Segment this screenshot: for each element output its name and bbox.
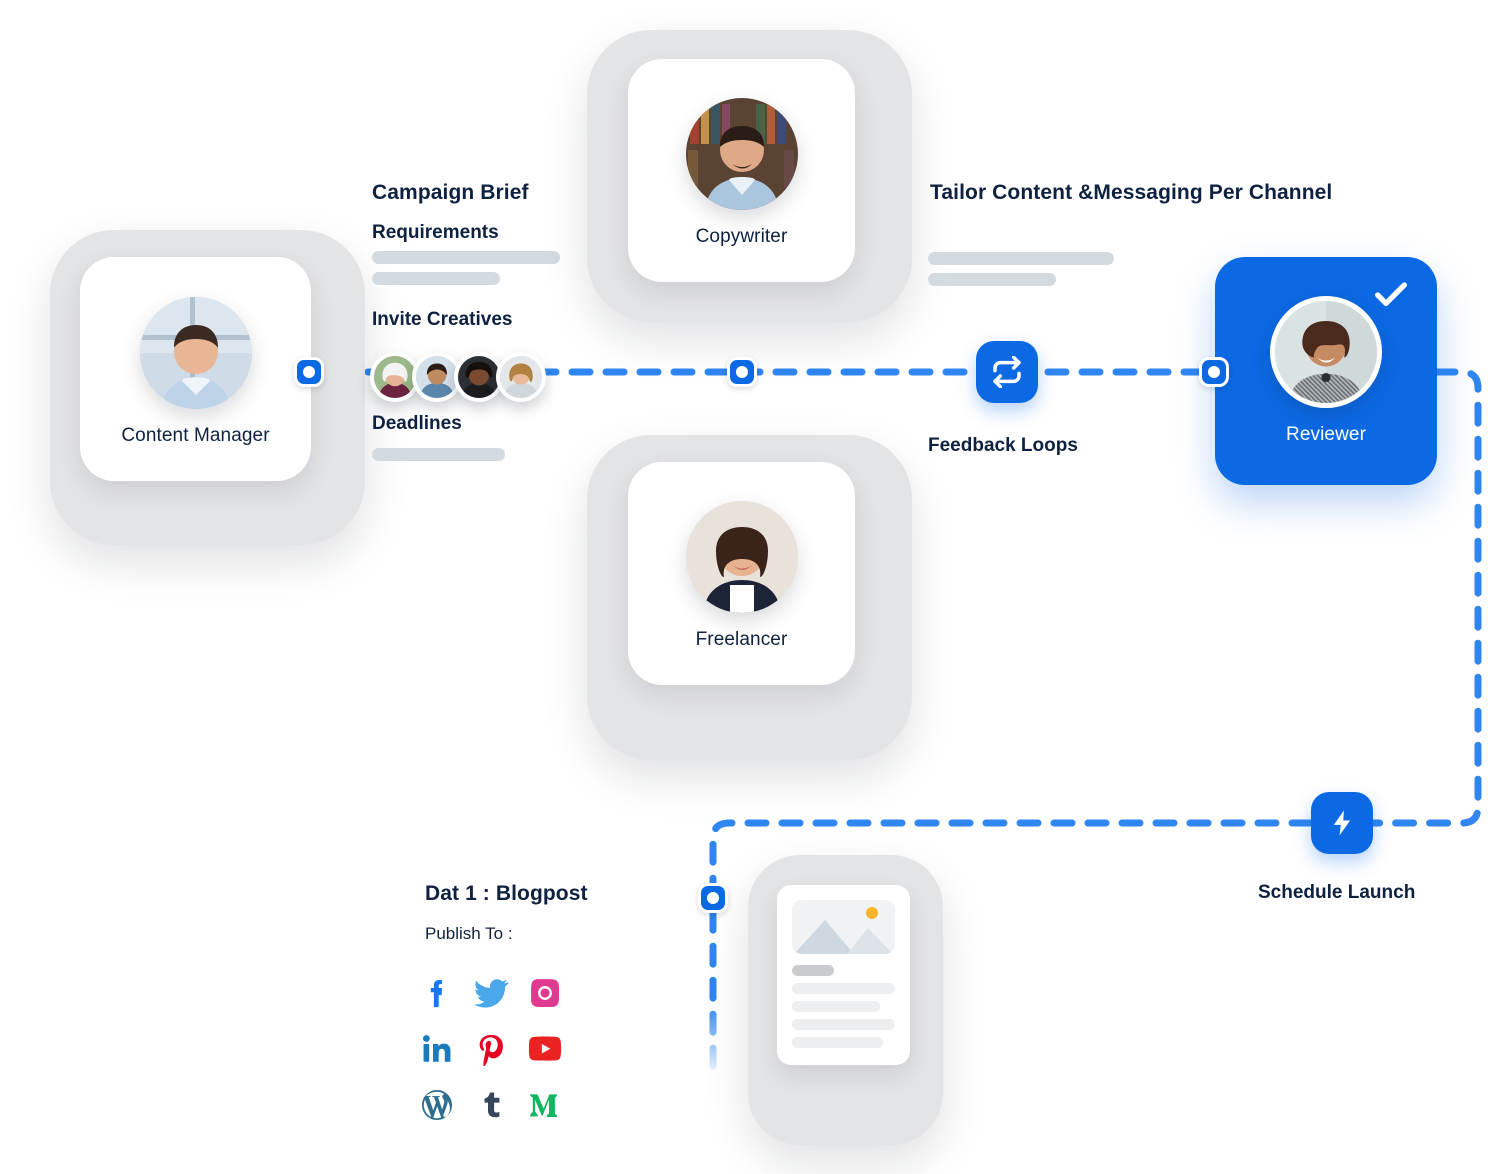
avatar-freelancer [685,500,798,613]
document-page[interactable] [777,885,910,1065]
twitter-icon[interactable] [470,972,512,1014]
document-text-line-3 [792,1019,895,1030]
card-reviewer-shell[interactable]: Reviewer [1215,257,1437,485]
node-reviewer-in[interactable] [1199,357,1229,387]
feedback-loop-label: Feedback Loops [928,435,1078,456]
facebook-icon[interactable] [416,972,458,1014]
node-copywriter-out[interactable] [727,357,757,387]
creatives-avatar-stack[interactable] [370,352,546,402]
publish-subtitle: Publish To : [425,924,513,943]
card-copywriter-label: Copywriter [695,225,788,247]
tumblr-icon[interactable] [470,1084,512,1126]
avatar-content-manager [139,297,252,409]
requirements-label: Requirements [372,222,499,243]
pinterest-icon[interactable] [470,1028,512,1070]
channel-title: Tailor Content &Messaging Per Channel [930,181,1333,204]
document-heading-line [792,965,834,976]
repeat-icon [991,356,1023,388]
invite-creatives-label: Invite Creatives [372,309,513,330]
campaign-brief-title: Campaign Brief [372,181,529,204]
card-content-manager-label: Content Manager [121,425,270,446]
card-reviewer[interactable]: Reviewer [1215,271,1437,471]
deadlines-label: Deadlines [372,413,462,434]
requirements-bar-1 [372,251,560,264]
avatar-copywriter [685,97,798,210]
card-content-manager[interactable]: Content Manager [80,257,311,481]
publish-network-grid [410,965,572,1133]
document-text-line-4 [792,1037,883,1048]
channel-bar-1 [928,252,1114,265]
schedule-launch-label: Schedule Launch [1258,882,1416,903]
card-reviewer-label: Reviewer [1286,424,1366,445]
card-freelancer[interactable]: Freelancer [628,462,855,685]
instagram-icon[interactable] [524,972,566,1014]
youtube-icon[interactable] [524,1028,566,1070]
card-freelancer-label: Freelancer [695,628,788,650]
document-text-line-1 [792,983,895,994]
publish-title: Dat 1 : Blogpost [425,882,588,905]
document-text-line-2 [792,1001,880,1012]
medium-icon[interactable] [524,1084,566,1126]
workflow-diagram: Content Manager Campaign Brief Requireme… [0,0,1498,1174]
deadlines-bar-1 [372,448,505,461]
node-document-in[interactable] [698,883,728,913]
feedback-loop-button[interactable] [976,341,1038,403]
card-copywriter[interactable]: Copywriter [628,59,855,282]
channel-bar-2 [928,273,1056,286]
node-content-manager-out[interactable] [294,357,324,387]
avatar-reviewer [1270,296,1382,408]
avatar-creative-4[interactable] [496,352,546,402]
linkedin-icon[interactable] [416,1028,458,1070]
requirements-bar-2 [372,272,500,285]
document-image-placeholder [792,900,895,954]
wordpress-icon[interactable] [416,1084,458,1126]
bolt-icon [1327,808,1357,838]
schedule-launch-button[interactable] [1311,792,1373,854]
